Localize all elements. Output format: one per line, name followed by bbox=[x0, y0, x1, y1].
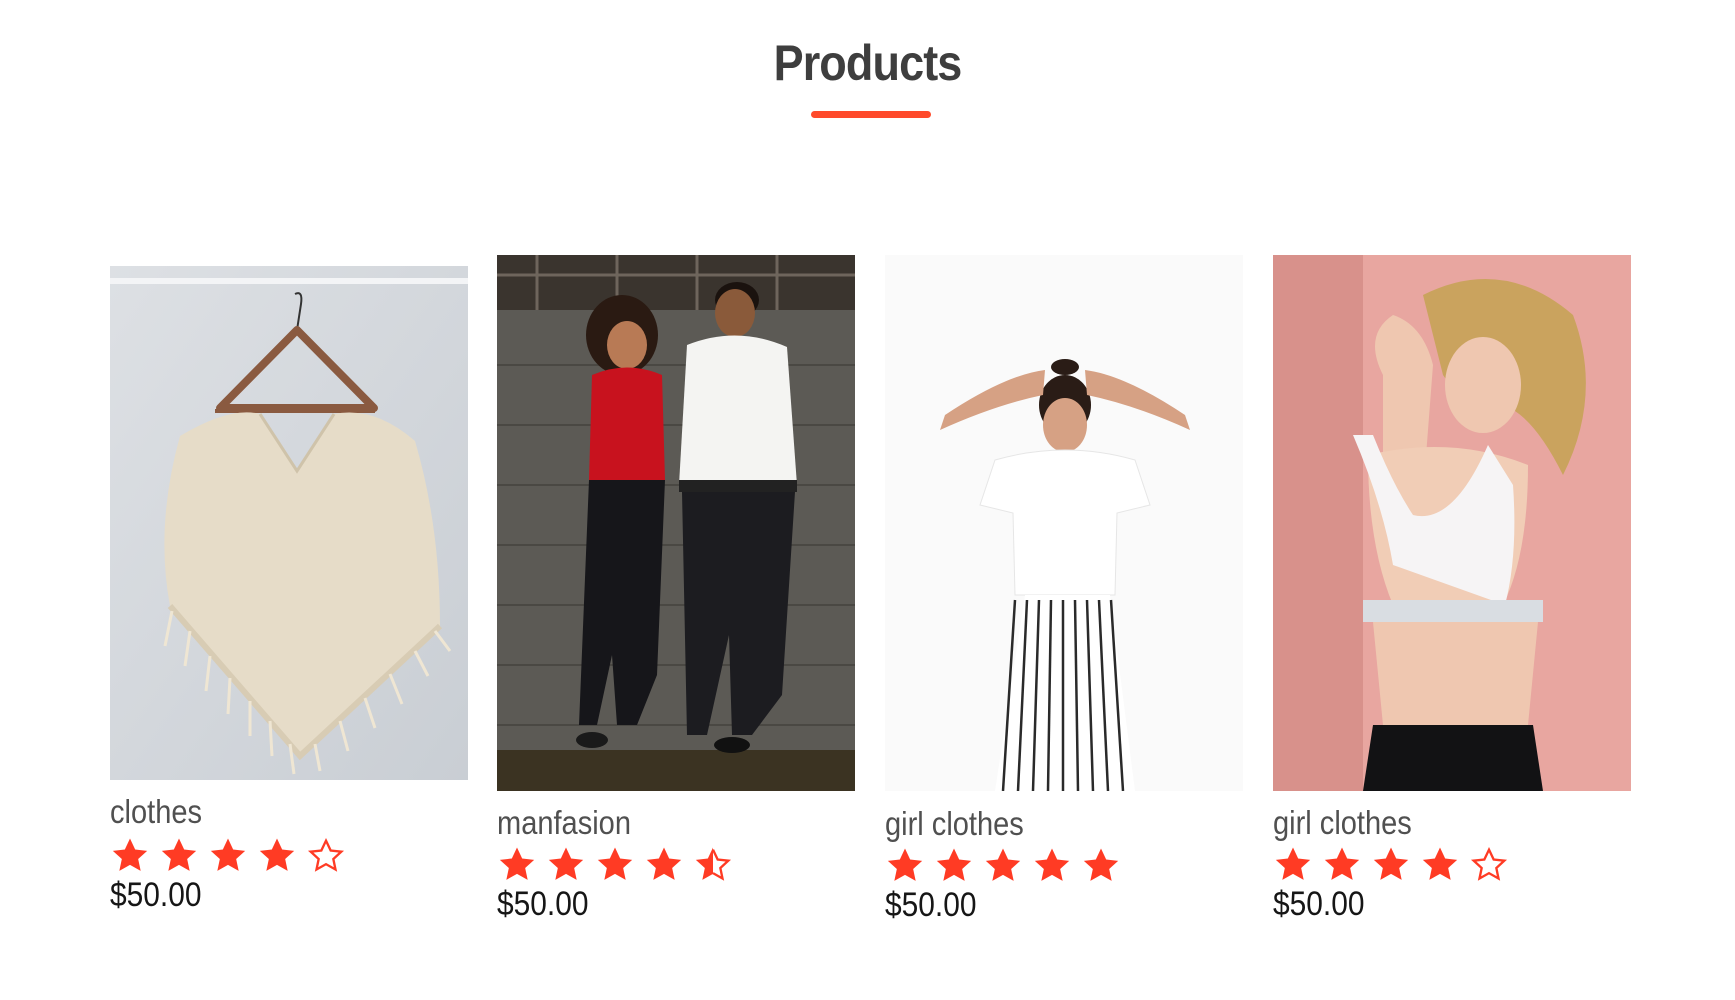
star-filled-icon bbox=[161, 838, 197, 871]
product-name[interactable]: manfasion bbox=[497, 806, 631, 839]
star-filled-icon bbox=[1324, 847, 1360, 880]
product-name[interactable]: clothes bbox=[110, 795, 202, 828]
poncho-photo bbox=[110, 266, 468, 780]
star-filled-icon bbox=[887, 848, 923, 881]
star-filled-icon bbox=[597, 847, 633, 880]
product-price: $50.00 bbox=[110, 876, 202, 914]
star-filled-icon bbox=[499, 847, 535, 880]
product-name[interactable]: girl clothes bbox=[1273, 806, 1412, 839]
star-filled-icon bbox=[1422, 847, 1458, 880]
product-price: $50.00 bbox=[1273, 885, 1365, 923]
striped-pants-photo bbox=[885, 255, 1243, 791]
star-filled-icon bbox=[1034, 848, 1070, 881]
product-price: $50.00 bbox=[885, 886, 977, 924]
products-section: Products clothes $50.00 manfasion $50.00… bbox=[0, 0, 1735, 1000]
product-image-poncho[interactable] bbox=[110, 266, 468, 780]
star-half-icon bbox=[695, 847, 732, 881]
product-name[interactable]: girl clothes bbox=[885, 807, 1024, 840]
star-filled-icon bbox=[936, 848, 972, 881]
product-price: $50.00 bbox=[497, 885, 589, 923]
star-filled-icon bbox=[1275, 847, 1311, 880]
star-empty-icon bbox=[1470, 846, 1508, 881]
section-title: Products bbox=[773, 35, 963, 91]
star-filled-icon bbox=[1373, 847, 1409, 880]
star-filled-icon bbox=[985, 848, 1021, 881]
product-rating bbox=[110, 836, 346, 876]
sports-bra-photo bbox=[1273, 255, 1631, 791]
star-filled-icon bbox=[259, 838, 295, 871]
couple-photo bbox=[497, 255, 855, 791]
product-image-striped-pants[interactable] bbox=[885, 255, 1243, 791]
product-image-sports-bra[interactable] bbox=[1273, 255, 1631, 791]
star-filled-icon bbox=[1083, 848, 1119, 881]
star-filled-icon bbox=[548, 847, 584, 880]
star-filled-icon bbox=[210, 838, 246, 871]
star-filled-icon bbox=[112, 838, 148, 871]
star-empty-icon bbox=[307, 837, 345, 872]
product-rating bbox=[497, 845, 733, 885]
title-underline bbox=[811, 111, 931, 118]
star-filled-icon bbox=[646, 847, 682, 880]
product-image-couple[interactable] bbox=[497, 255, 855, 791]
product-rating bbox=[885, 846, 1121, 886]
product-rating bbox=[1273, 845, 1509, 885]
